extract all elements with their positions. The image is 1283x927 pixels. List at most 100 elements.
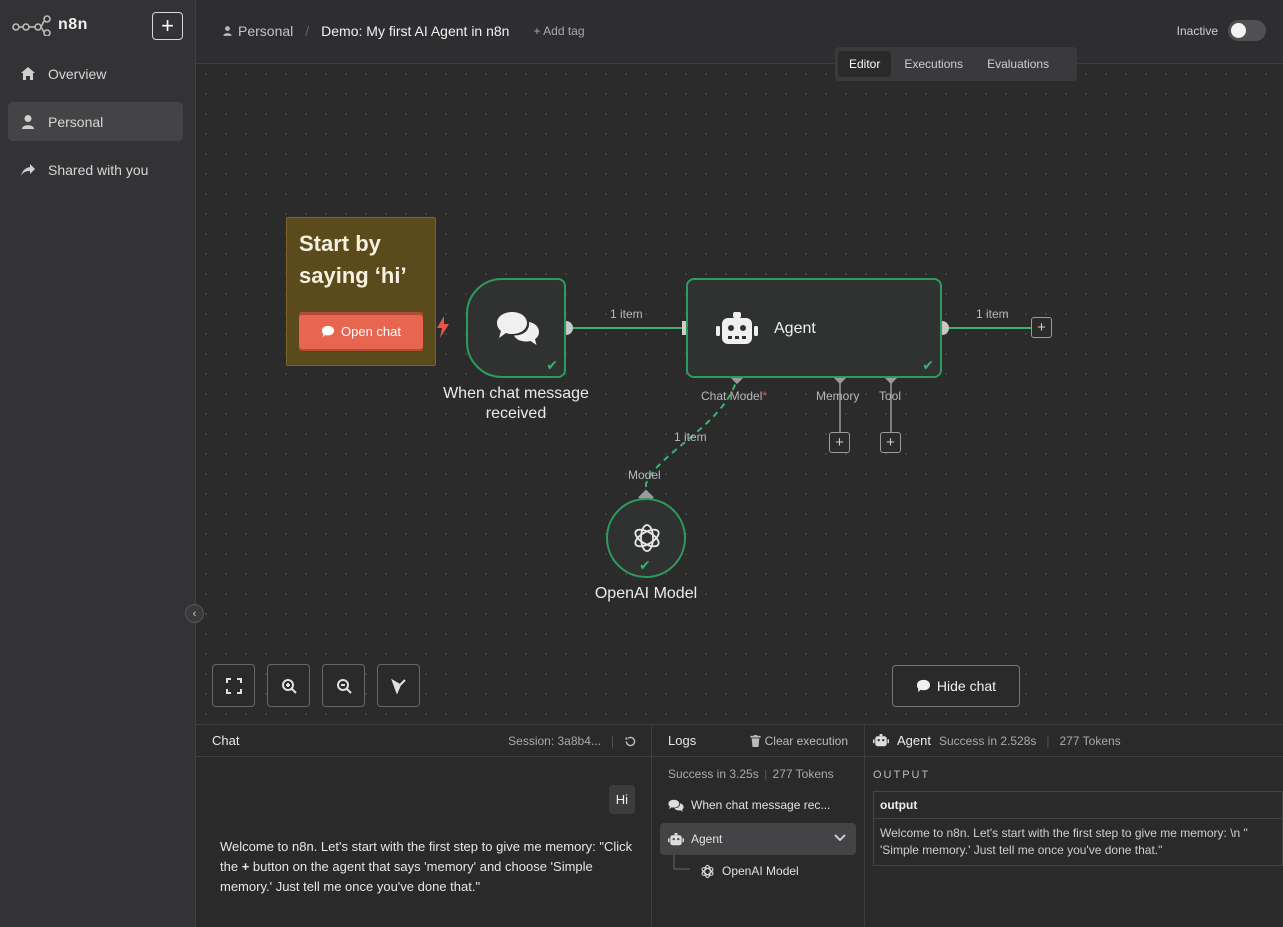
logs-panel-header: Logs Clear execution bbox=[652, 725, 864, 757]
output-panel: Agent Success in 2.528s | 277 Tokens OUT… bbox=[865, 725, 1283, 927]
logo[interactable]: n8n bbox=[12, 14, 88, 36]
output-section-label: OUTPUT bbox=[873, 769, 931, 781]
sidebar-item-personal[interactable]: Personal bbox=[8, 102, 183, 141]
required-marker: * bbox=[762, 389, 768, 403]
user-icon bbox=[22, 114, 34, 129]
reset-session-icon[interactable] bbox=[624, 735, 637, 748]
tree-connector bbox=[673, 855, 690, 870]
sidebar-item-label: Personal bbox=[48, 113, 104, 130]
output-node-name: Agent bbox=[897, 733, 931, 748]
tidy-up-button[interactable] bbox=[377, 664, 420, 707]
add-tool-button[interactable]: + bbox=[880, 432, 901, 453]
chat-bubbles-icon bbox=[668, 799, 684, 812]
log-entry-label: Agent bbox=[691, 832, 723, 846]
connection-label-trigger-agent: 1 item bbox=[610, 307, 643, 321]
zoom-out-button[interactable] bbox=[322, 664, 365, 707]
logo-text: n8n bbox=[58, 16, 88, 33]
openai-icon bbox=[634, 524, 660, 552]
log-entry-trigger[interactable]: When chat message rec... bbox=[660, 789, 856, 821]
zoom-out-icon bbox=[336, 678, 352, 694]
clear-execution-button[interactable]: Clear execution bbox=[749, 734, 848, 748]
openai-model-node-label: OpenAI Model bbox=[594, 585, 698, 602]
chat-bubble-icon bbox=[916, 679, 930, 693]
zoom-in-button[interactable] bbox=[267, 664, 310, 707]
sidebar-item-label: Shared with you bbox=[48, 161, 149, 178]
hide-chat-button[interactable]: Hide chat bbox=[892, 665, 1020, 707]
output-status: Success in 2.528s bbox=[938, 733, 1037, 748]
activation-toggle[interactable] bbox=[1228, 20, 1266, 41]
success-check-icon: ✔ bbox=[922, 357, 934, 373]
sidebar-item-shared[interactable]: Shared with you bbox=[8, 150, 183, 189]
chat-trigger-node-label: When chat message received bbox=[443, 385, 589, 422]
logs-stats: Success in 3.25s | 277 Tokens bbox=[668, 767, 834, 781]
logs-panel: Logs Clear execution Success in 3.25s | … bbox=[652, 725, 865, 927]
hide-chat-label: Hide chat bbox=[936, 678, 997, 694]
breadcrumb: Personal / Demo: My first AI Agent in n8… bbox=[222, 23, 585, 39]
plus-icon: + bbox=[886, 434, 895, 451]
bot-message-text: button on the agent that says 'memory' a… bbox=[220, 859, 593, 894]
sticky-note-title: Start by saying ‘hi’ bbox=[299, 231, 407, 288]
log-entry-agent[interactable]: Agent bbox=[660, 823, 856, 855]
logs-duration: Success in 3.25s bbox=[668, 767, 759, 781]
add-tag-button[interactable]: + Add tag bbox=[533, 24, 584, 38]
success-check-icon: ✔ bbox=[546, 357, 558, 373]
new-button[interactable]: + bbox=[152, 12, 183, 40]
sidebar-item-label: Overview bbox=[48, 65, 107, 82]
chat-trigger-node[interactable]: ✔ bbox=[466, 278, 566, 378]
workflow-title[interactable]: Demo: My first AI Agent in n8n bbox=[321, 23, 509, 39]
activation-control: Inactive bbox=[1177, 20, 1266, 41]
output-cell[interactable]: Welcome to n8n. Let's start with the fir… bbox=[874, 819, 1282, 865]
sidebar-item-overview[interactable]: Overview bbox=[8, 54, 183, 93]
plus-icon: + bbox=[835, 434, 844, 451]
open-chat-label: Open chat bbox=[341, 324, 401, 339]
add-memory-button[interactable]: + bbox=[829, 432, 850, 453]
chat-model-port-text: Chat Model bbox=[701, 389, 763, 403]
logs-tokens: 277 Tokens bbox=[772, 767, 834, 781]
workflow-canvas[interactable]: Start by saying ‘hi’ Open chat ✔ When ch… bbox=[196, 64, 1283, 724]
log-entry-label: When chat message rec... bbox=[691, 798, 831, 812]
chat-panel-title: Chat bbox=[212, 733, 240, 748]
plus-icon: + bbox=[1037, 319, 1046, 336]
share-icon bbox=[21, 163, 35, 176]
tool-port-label: Tool bbox=[879, 389, 902, 403]
breadcrumb-project-label: Personal bbox=[238, 23, 294, 39]
user-icon bbox=[223, 26, 232, 36]
lightning-icon bbox=[437, 316, 449, 338]
bottom-panel: Chat Session: 3a8b4... | Hi Welcome to n… bbox=[196, 724, 1283, 927]
success-check-icon: ✔ bbox=[639, 557, 651, 573]
tab-executions[interactable]: Executions bbox=[893, 51, 974, 77]
open-chat-button[interactable]: Open chat bbox=[299, 312, 423, 351]
agent-node[interactable]: Agent ✔ bbox=[686, 278, 942, 378]
chevron-down-icon[interactable] bbox=[834, 831, 846, 845]
output-cell-line: 'Simple memory.' Just tell me once you'v… bbox=[880, 843, 1163, 857]
model-port-label: Model bbox=[628, 468, 661, 482]
session-id[interactable]: Session: 3a8b4... bbox=[508, 734, 601, 748]
chat-bubble-icon bbox=[321, 325, 335, 338]
openai-model-node[interactable]: ✔ bbox=[606, 498, 686, 578]
tab-editor[interactable]: Editor bbox=[838, 51, 892, 77]
view-tabs: Editor Executions Evaluations bbox=[835, 47, 1077, 81]
output-cell-line: Welcome to n8n. Let's start with the fir… bbox=[880, 826, 1248, 840]
add-next-node-button[interactable]: + bbox=[1031, 317, 1052, 338]
sidebar: n8n + Overview Personal Shared with you bbox=[0, 0, 196, 927]
separator: | bbox=[1046, 733, 1050, 748]
memory-port-label: Memory bbox=[816, 389, 860, 403]
openai-icon bbox=[701, 864, 714, 878]
output-table: output Welcome to n8n. Let's start with … bbox=[873, 791, 1283, 866]
collapse-sidebar-button[interactable]: ‹ bbox=[185, 604, 204, 623]
tab-evaluations[interactable]: Evaluations bbox=[976, 51, 1060, 77]
chat-panel-header: Chat Session: 3a8b4... | bbox=[196, 725, 651, 757]
agent-node-label: Agent bbox=[774, 320, 816, 337]
fit-view-button[interactable] bbox=[212, 664, 255, 707]
output-panel-header: Agent Success in 2.528s | 277 Tokens bbox=[865, 725, 1283, 757]
breadcrumb-project[interactable]: Personal bbox=[222, 23, 293, 39]
sticky-note[interactable]: Start by saying ‘hi’ Open chat bbox=[286, 217, 436, 366]
output-tokens: 277 Tokens bbox=[1059, 733, 1121, 748]
canvas-controls bbox=[212, 664, 420, 707]
activation-status: Inactive bbox=[1176, 23, 1218, 38]
chat-model-port-label: Chat Model* bbox=[701, 389, 767, 403]
connection-label-agent-out: 1 item bbox=[976, 307, 1009, 321]
separator: | bbox=[764, 767, 771, 781]
log-entry-openai-model[interactable]: OpenAI Model bbox=[692, 855, 856, 887]
clear-execution-label: Clear execution bbox=[764, 734, 848, 748]
